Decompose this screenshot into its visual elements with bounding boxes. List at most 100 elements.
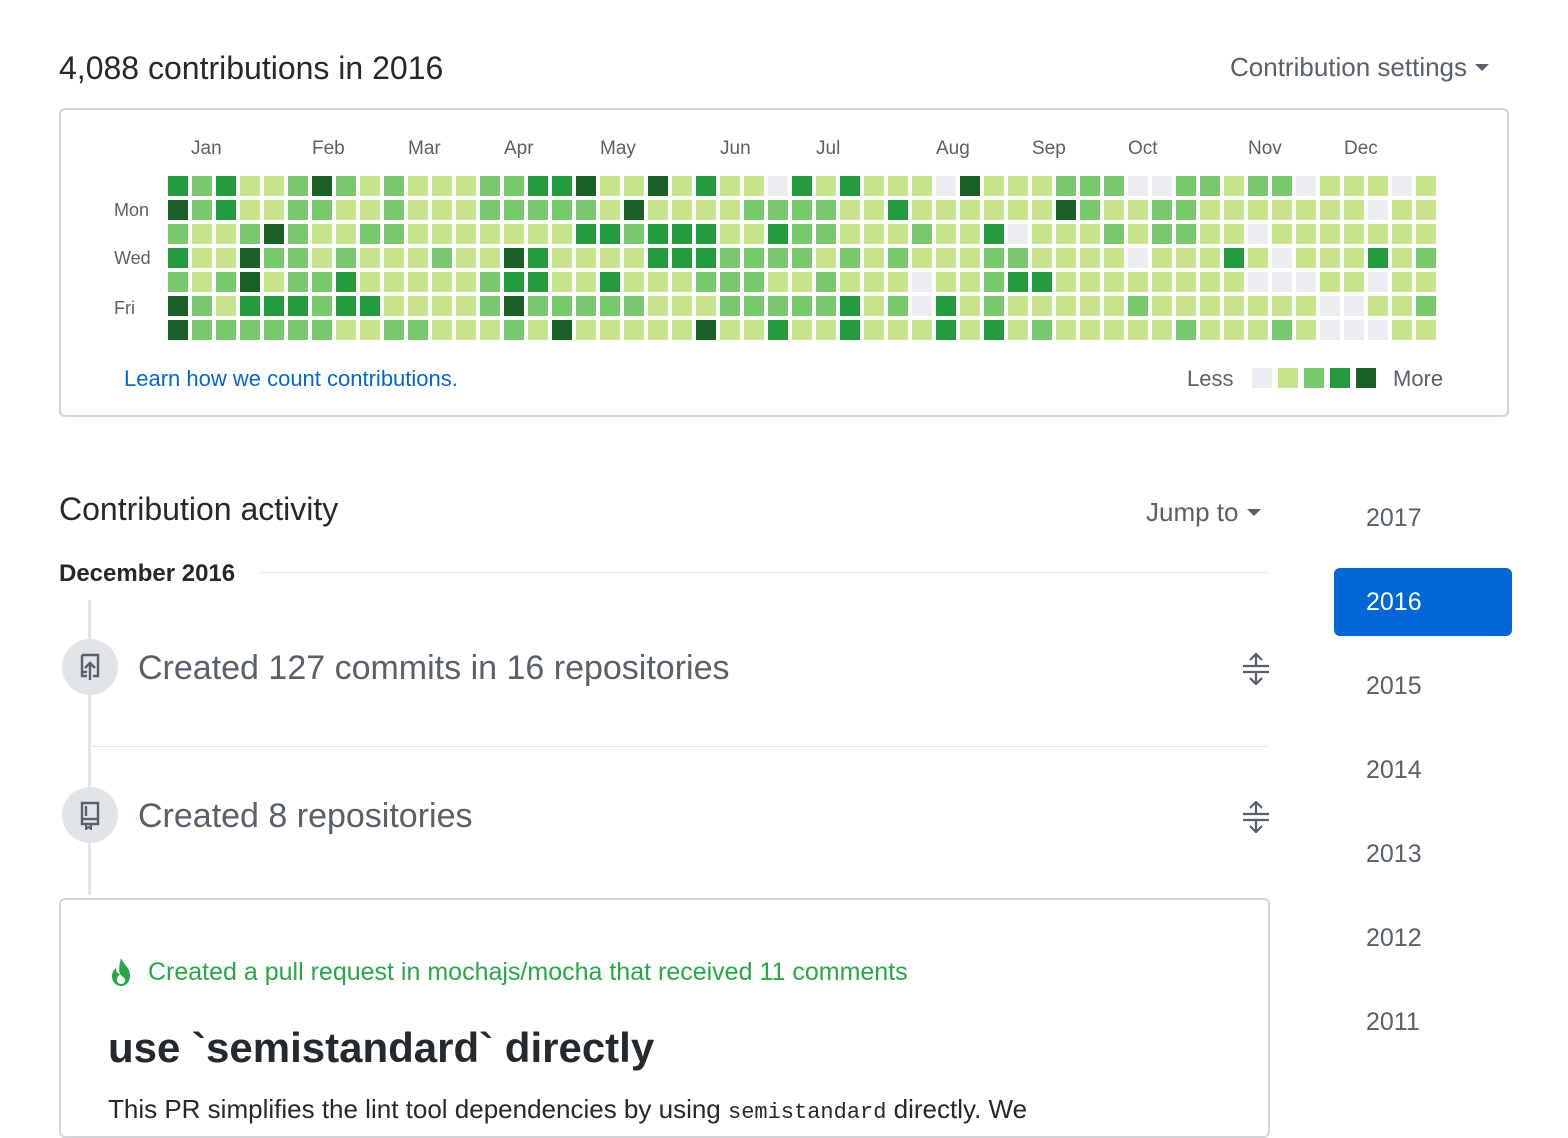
contribution-day[interactable] xyxy=(744,200,764,220)
contribution-day[interactable] xyxy=(192,272,212,292)
contribution-day[interactable] xyxy=(1080,320,1100,340)
contribution-day[interactable] xyxy=(984,176,1004,196)
contribution-day[interactable] xyxy=(1296,248,1316,268)
contribution-day[interactable] xyxy=(504,224,524,244)
contribution-day[interactable] xyxy=(624,176,644,196)
contribution-day[interactable] xyxy=(600,200,620,220)
contribution-day[interactable] xyxy=(720,248,740,268)
contribution-day[interactable] xyxy=(240,224,260,244)
contribution-day[interactable] xyxy=(720,224,740,244)
contribution-day[interactable] xyxy=(1224,248,1244,268)
contribution-day[interactable] xyxy=(264,224,284,244)
contribution-day[interactable] xyxy=(552,248,572,268)
contribution-day[interactable] xyxy=(216,176,236,196)
contribution-day[interactable] xyxy=(1344,224,1364,244)
contribution-day[interactable] xyxy=(1368,272,1388,292)
contribution-day[interactable] xyxy=(456,248,476,268)
contribution-day[interactable] xyxy=(1104,224,1124,244)
contribution-day[interactable] xyxy=(1176,296,1196,316)
contribution-day[interactable] xyxy=(1224,272,1244,292)
contribution-day[interactable] xyxy=(1104,296,1124,316)
contribution-day[interactable] xyxy=(864,200,884,220)
contribution-day[interactable] xyxy=(816,320,836,340)
contribution-day[interactable] xyxy=(336,176,356,196)
contribution-day[interactable] xyxy=(312,176,332,196)
contribution-day[interactable] xyxy=(384,320,404,340)
contribution-day[interactable] xyxy=(648,272,668,292)
contribution-day[interactable] xyxy=(1128,320,1148,340)
contribution-day[interactable] xyxy=(1200,320,1220,340)
contribution-day[interactable] xyxy=(984,248,1004,268)
contribution-day[interactable] xyxy=(360,200,380,220)
contribution-day[interactable] xyxy=(1272,224,1292,244)
contribution-day[interactable] xyxy=(216,296,236,316)
contribution-day[interactable] xyxy=(888,200,908,220)
contribution-day[interactable] xyxy=(408,248,428,268)
contribution-day[interactable] xyxy=(1056,200,1076,220)
contribution-day[interactable] xyxy=(888,224,908,244)
contribution-day[interactable] xyxy=(408,320,428,340)
contribution-day[interactable] xyxy=(624,248,644,268)
contribution-day[interactable] xyxy=(1032,224,1052,244)
contribution-day[interactable] xyxy=(528,176,548,196)
contribution-day[interactable] xyxy=(1056,176,1076,196)
contribution-day[interactable] xyxy=(720,296,740,316)
contribution-day[interactable] xyxy=(1104,320,1124,340)
contribution-day[interactable] xyxy=(912,296,932,316)
activity-item-repositories[interactable]: Created 8 repositories xyxy=(138,795,473,837)
contribution-day[interactable] xyxy=(1320,224,1340,244)
contribution-day[interactable] xyxy=(840,200,860,220)
contribution-day[interactable] xyxy=(264,176,284,196)
contribution-day[interactable] xyxy=(720,320,740,340)
contribution-day[interactable] xyxy=(408,272,428,292)
contribution-day[interactable] xyxy=(1296,296,1316,316)
contribution-day[interactable] xyxy=(936,248,956,268)
contribution-day[interactable] xyxy=(336,224,356,244)
contribution-day[interactable] xyxy=(672,200,692,220)
contribution-day[interactable] xyxy=(240,296,260,316)
contribution-day[interactable] xyxy=(1416,224,1436,244)
contribution-day[interactable] xyxy=(744,296,764,316)
contribution-day[interactable] xyxy=(1008,296,1028,316)
contribution-day[interactable] xyxy=(984,320,1004,340)
contribution-day[interactable] xyxy=(1200,272,1220,292)
contribution-day[interactable] xyxy=(864,320,884,340)
contribution-day[interactable] xyxy=(960,320,980,340)
contribution-day[interactable] xyxy=(336,272,356,292)
contribution-day[interactable] xyxy=(792,272,812,292)
contribution-day[interactable] xyxy=(1320,296,1340,316)
contribution-day[interactable] xyxy=(1128,248,1148,268)
contribution-day[interactable] xyxy=(1392,320,1412,340)
contribution-day[interactable] xyxy=(792,200,812,220)
contribution-day[interactable] xyxy=(1416,200,1436,220)
contribution-day[interactable] xyxy=(432,224,452,244)
contribution-day[interactable] xyxy=(1272,272,1292,292)
contribution-day[interactable] xyxy=(696,200,716,220)
contribution-day[interactable] xyxy=(600,248,620,268)
contribution-day[interactable] xyxy=(480,320,500,340)
contribution-day[interactable] xyxy=(1224,176,1244,196)
contribution-day[interactable] xyxy=(840,224,860,244)
contribution-day[interactable] xyxy=(480,296,500,316)
contribution-day[interactable] xyxy=(216,272,236,292)
contribution-day[interactable] xyxy=(408,176,428,196)
contribution-day[interactable] xyxy=(1128,224,1148,244)
contribution-day[interactable] xyxy=(408,200,428,220)
contribution-day[interactable] xyxy=(240,272,260,292)
contribution-day[interactable] xyxy=(456,272,476,292)
contribution-day[interactable] xyxy=(1392,296,1412,316)
contribution-day[interactable] xyxy=(936,224,956,244)
contribution-day[interactable] xyxy=(1224,224,1244,244)
contribution-day[interactable] xyxy=(1248,200,1268,220)
contribution-day[interactable] xyxy=(864,176,884,196)
contribution-day[interactable] xyxy=(1152,248,1172,268)
contribution-day[interactable] xyxy=(240,320,260,340)
contribution-day[interactable] xyxy=(672,224,692,244)
contribution-day[interactable] xyxy=(696,320,716,340)
contribution-day[interactable] xyxy=(1128,200,1148,220)
contribution-day[interactable] xyxy=(1296,224,1316,244)
contribution-day[interactable] xyxy=(888,176,908,196)
contribution-day[interactable] xyxy=(1200,200,1220,220)
year-link[interactable]: 2017 xyxy=(1334,484,1512,552)
contribution-day[interactable] xyxy=(1224,296,1244,316)
